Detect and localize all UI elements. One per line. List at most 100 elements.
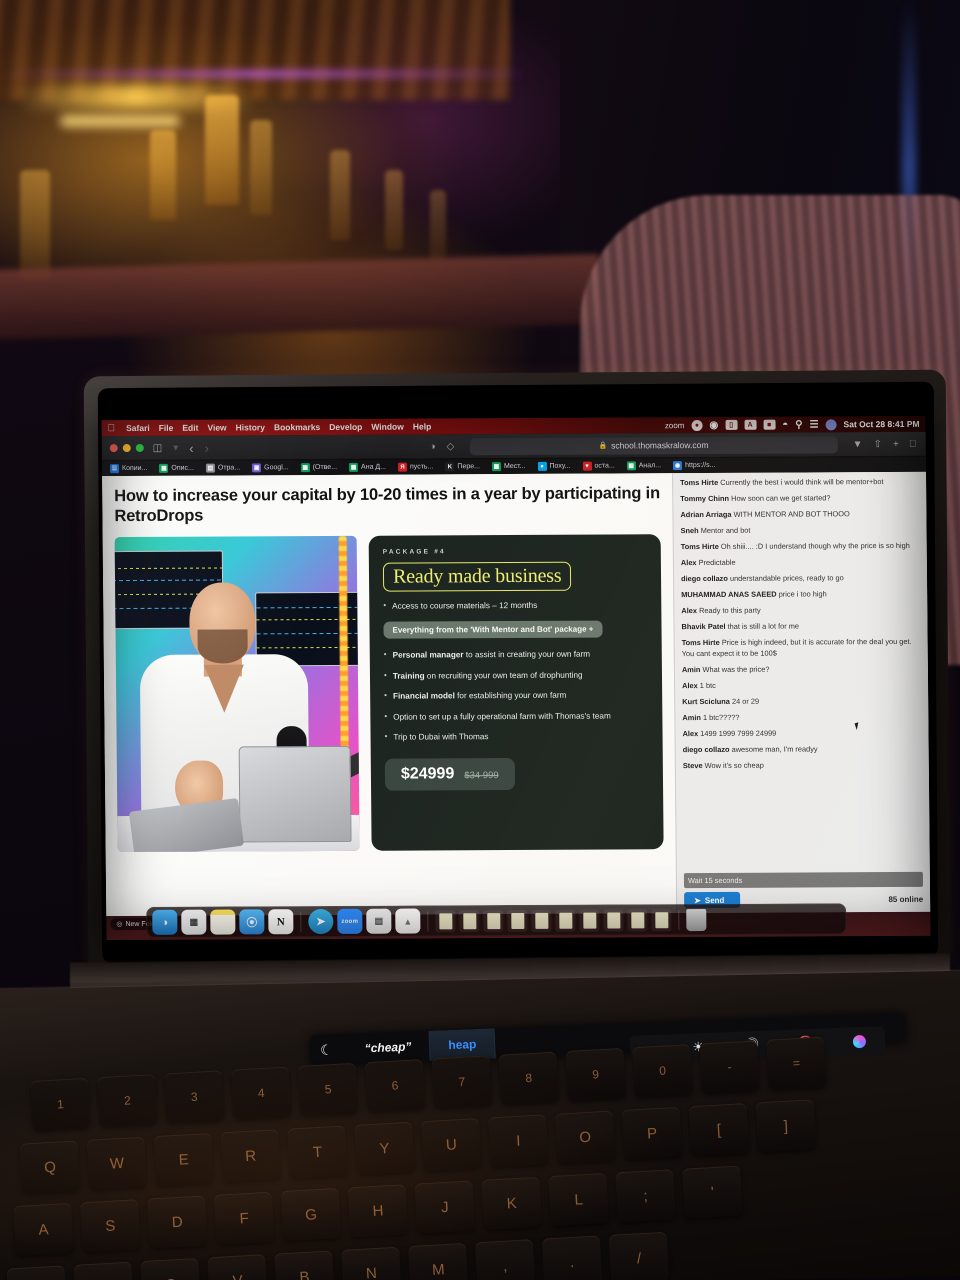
key-2[interactable]: 2: [97, 1073, 158, 1128]
key-3[interactable]: 3: [163, 1070, 225, 1124]
key-5[interactable]: 5: [297, 1062, 359, 1116]
zoom-button[interactable]: [135, 443, 144, 452]
bookmark-item[interactable]: ▦ Анал...: [621, 461, 667, 471]
key-4[interactable]: 4: [230, 1066, 292, 1120]
dock-minimized-window[interactable]: [555, 909, 576, 932]
key-d[interactable]: D: [146, 1195, 208, 1249]
key-y[interactable]: Y: [354, 1121, 415, 1175]
key-o[interactable]: O: [554, 1110, 616, 1164]
new-tab-button[interactable]: +: [891, 438, 901, 449]
back-button[interactable]: ‹: [187, 440, 195, 455]
dock-minimized-window[interactable]: [531, 909, 552, 932]
dock-icon-telegram[interactable]: ➤: [308, 908, 334, 935]
share-icon[interactable]: ⇧: [871, 439, 883, 450]
key-k[interactable]: K: [481, 1176, 543, 1230]
key-6[interactable]: 6: [364, 1059, 426, 1113]
chat-message-input[interactable]: Wait 15 seconds: [683, 871, 924, 889]
battery-icon[interactable]: ■: [763, 419, 776, 430]
dock-icon-notion[interactable]: N: [268, 909, 294, 935]
key-semicolon[interactable]: ;: [615, 1169, 676, 1223]
dock-minimized-window[interactable]: [603, 908, 624, 932]
key-slash[interactable]: /: [608, 1231, 670, 1280]
key-t[interactable]: T: [287, 1125, 348, 1179]
extension-icon[interactable]: ◇: [445, 441, 457, 452]
bookmark-item[interactable]: ▦ Опис...: [153, 463, 200, 473]
dock-icon-calculator[interactable]: ▤: [366, 908, 392, 934]
minimize-button[interactable]: [122, 444, 131, 453]
bookmark-item[interactable]: ▦ Ана Д...: [343, 462, 392, 472]
key-comma[interactable]: ,: [474, 1239, 536, 1280]
dock-icon-notes[interactable]: [210, 909, 236, 935]
dock-minimized-window[interactable]: [579, 909, 600, 932]
siri-icon[interactable]: [825, 418, 837, 430]
menu-bar-clock[interactable]: Sat Oct 28 8:41 PM: [843, 419, 919, 429]
dock-minimized-window[interactable]: [483, 909, 504, 932]
key-bracket-left[interactable]: [: [688, 1103, 750, 1157]
key-q[interactable]: Q: [19, 1140, 81, 1194]
close-button[interactable]: [109, 444, 118, 453]
sidebar-icon[interactable]: ◫: [151, 442, 165, 453]
key-c[interactable]: C: [140, 1257, 202, 1280]
dock-minimized-window[interactable]: [435, 909, 456, 932]
zoom-status-item[interactable]: zoom: [665, 421, 685, 430]
dock-minimized-window[interactable]: [627, 908, 648, 931]
dock-icon-zoom[interactable]: zoom: [337, 908, 363, 934]
menu-item-history[interactable]: History: [236, 422, 265, 432]
dock-icon-finder[interactable]: ◑: [152, 909, 178, 935]
bookmark-item[interactable]: K Пере...: [439, 462, 486, 472]
reader-icon[interactable]: ◑: [427, 441, 437, 452]
key-8[interactable]: 8: [498, 1051, 560, 1105]
menu-item-develop[interactable]: Develop: [329, 422, 362, 432]
apple-menu-icon[interactable]: : [108, 423, 116, 434]
key-z[interactable]: Z: [6, 1265, 68, 1280]
key-r[interactable]: R: [220, 1129, 282, 1183]
dock-icon-photos[interactable]: ▲: [395, 908, 421, 934]
key-u[interactable]: U: [421, 1117, 482, 1172]
address-bar[interactable]: 🔒 school.thomaskralow.com: [469, 435, 838, 455]
wifi-icon[interactable]: ◓: [782, 419, 788, 430]
key-a[interactable]: A: [13, 1202, 74, 1257]
menu-item-bookmarks[interactable]: Bookmarks: [274, 422, 320, 432]
chat-message-list[interactable]: Toms Hirte Currently the best i would th…: [673, 472, 930, 873]
bookmark-item[interactable]: ♥ оста...: [576, 461, 620, 471]
control-center-icon[interactable]: ☰: [809, 419, 818, 430]
bookmark-item[interactable]: ◉ https://s...: [667, 461, 721, 471]
menu-item-help[interactable]: Help: [413, 421, 432, 431]
dock-icon-launchpad[interactable]: ▦: [181, 909, 207, 935]
bookmark-item[interactable]: ▦ Мест...: [486, 462, 532, 472]
input-source-icon[interactable]: A: [744, 419, 757, 430]
bookmark-item[interactable]: ● Поху...: [531, 461, 576, 471]
key-j[interactable]: J: [414, 1180, 476, 1234]
dock-minimized-window[interactable]: [459, 909, 480, 932]
key-quote[interactable]: ': [682, 1165, 743, 1219]
key-period[interactable]: .: [541, 1235, 603, 1280]
dock-minimized-window[interactable]: [651, 908, 672, 931]
forward-button[interactable]: ›: [203, 440, 211, 455]
key-x[interactable]: X: [73, 1261, 135, 1280]
bookmark-item[interactable]: ☰ Копии...: [104, 464, 154, 474]
key-s[interactable]: S: [80, 1199, 141, 1253]
key-p[interactable]: P: [621, 1106, 683, 1160]
github-status-icon[interactable]: ●: [691, 419, 703, 431]
key-v[interactable]: V: [207, 1254, 268, 1280]
key-n[interactable]: N: [341, 1246, 402, 1280]
key-l[interactable]: L: [548, 1172, 609, 1227]
key-g[interactable]: G: [280, 1187, 342, 1242]
bookmark-item[interactable]: ▣ Googl...: [246, 463, 295, 473]
bookmark-item[interactable]: ▦ (Отве...: [295, 463, 343, 473]
search-icon[interactable]: ⚲: [795, 419, 802, 430]
menu-item-view[interactable]: View: [207, 423, 226, 433]
key-1[interactable]: 1: [30, 1077, 91, 1131]
bookmark-item[interactable]: Япусть...: [392, 462, 439, 472]
key-equals[interactable]: =: [766, 1036, 827, 1090]
key-f[interactable]: F: [213, 1191, 275, 1245]
menu-item-file[interactable]: File: [159, 423, 174, 433]
dock-icon-safari[interactable]: ⦿: [239, 909, 265, 935]
key-w[interactable]: W: [86, 1136, 148, 1190]
key-i[interactable]: I: [487, 1114, 549, 1168]
key-e[interactable]: E: [153, 1132, 215, 1187]
key-minus[interactable]: -: [699, 1040, 760, 1094]
key-m[interactable]: M: [407, 1242, 469, 1280]
menu-item-edit[interactable]: Edit: [182, 423, 198, 433]
menu-item-window[interactable]: Window: [371, 422, 404, 432]
